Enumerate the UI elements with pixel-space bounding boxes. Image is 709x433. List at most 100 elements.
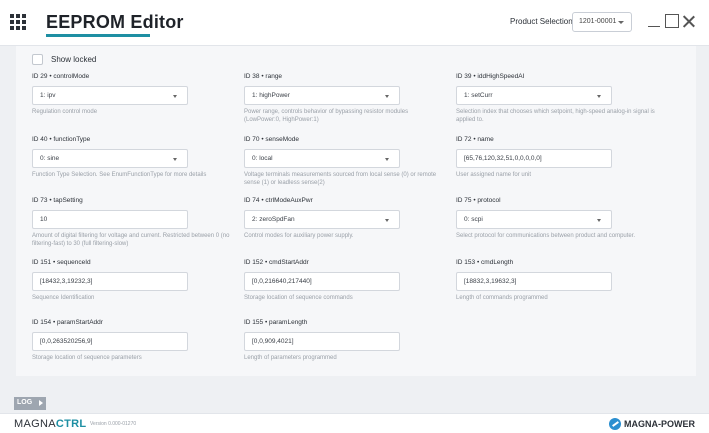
field-label: ID 152 • cmdStartAddr — [244, 259, 309, 266]
title-underline — [46, 34, 150, 37]
field-input[interactable]: [0,0,909,4021] — [244, 332, 400, 351]
field-dropdown[interactable]: 1: setCurr — [456, 86, 612, 105]
field-input[interactable]: [0,0,216640,217440] — [244, 272, 400, 291]
field-description: Control modes for auxiliary power supply… — [244, 233, 354, 239]
field-value: 0: local — [252, 155, 273, 162]
field-group: ID 155 • paramLength [0,0,909,4021] Length… — [244, 319, 444, 362]
field-label: ID 29 • controlMode — [32, 73, 90, 80]
show-locked-checkbox[interactable] — [32, 54, 43, 65]
field-description: Length of commands programmed — [456, 295, 548, 301]
field-label: ID 40 • functionType — [32, 136, 91, 143]
field-dropdown[interactable]: 2: zeroSpdFan — [244, 210, 400, 229]
field-input[interactable]: [65,76,120,32,51,0,0,0,0,0] — [456, 149, 612, 168]
field-input[interactable]: [0,0,263520256,9] — [32, 332, 188, 351]
field-value: [0,0,263520256,9] — [40, 338, 93, 345]
version-text: Version 0.000-01270 — [90, 421, 137, 427]
field-group: ID 72 • name [65,76,120,32,51,0,0,0,0,0] U… — [456, 136, 656, 179]
magnactrl-logo: MAGNACTRL — [14, 418, 86, 430]
field-dropdown[interactable]: 0: scpi — [456, 210, 612, 229]
chevron-down-icon — [173, 95, 177, 98]
magna-power-logo-icon — [609, 418, 621, 430]
play-arrow-icon — [39, 400, 43, 406]
field-description: Select protocol for communications betwe… — [456, 233, 636, 239]
field-dropdown[interactable]: 1: ipv — [32, 86, 188, 105]
field-label: ID 38 • range — [244, 73, 283, 80]
field-group: ID 153 • cmdLength [18832,3,19632,3] Lengt… — [456, 259, 656, 302]
field-dropdown[interactable]: 0: local — [244, 149, 400, 168]
field-value: 10 — [40, 216, 48, 223]
log-toggle-button[interactable]: LOG — [14, 397, 46, 410]
grid-menu-icon[interactable] — [10, 14, 26, 30]
product-selection-value: 1201-00001 — [579, 18, 617, 25]
chevron-down-icon — [385, 219, 389, 222]
chevron-down-icon — [385, 95, 389, 98]
field-label: ID 151 • sequenceId — [32, 259, 91, 266]
field-group: ID 40 • functionType 0: sine Function Type… — [32, 136, 232, 179]
field-description: Storage location of sequence commands — [244, 295, 353, 301]
field-label: ID 74 • ctrlModeAuxPwr — [244, 197, 313, 204]
field-description: Voltage terminals measurements sourced f… — [244, 172, 437, 186]
field-value: 1: ipv — [40, 92, 56, 99]
field-value: 1: setCurr — [464, 92, 493, 99]
field-label: ID 153 • cmdLength — [456, 259, 514, 266]
field-label: ID 73 • tapSetting — [32, 197, 83, 204]
field-value: [18832,3,19632,3] — [464, 278, 517, 285]
field-value: 0: scpi — [464, 216, 483, 223]
minimize-icon[interactable] — [647, 14, 661, 28]
show-locked-toggle[interactable]: Show locked — [32, 54, 96, 65]
close-icon[interactable] — [682, 14, 696, 28]
field-group: ID 70 • senseMode 0: local Voltage termina… — [244, 136, 444, 187]
field-description: Sequence Identification — [32, 295, 95, 301]
field-value: [0,0,216640,217440] — [252, 278, 312, 285]
field-input[interactable]: [18432,3,19232,3] — [32, 272, 188, 291]
field-value: 0: sine — [40, 155, 60, 162]
company-name: MAGNA-POWER — [624, 419, 695, 429]
field-description: Function Type Selection. See EnumFunctio… — [32, 172, 207, 178]
field-group: ID 74 • ctrlModeAuxPwr 2: zeroSpdFan Contr… — [244, 197, 444, 240]
field-description: Regulation control mode — [32, 109, 98, 115]
field-value: 1: highPower — [252, 92, 290, 99]
field-group: ID 38 • range 1: highPower Power range, co… — [244, 73, 444, 124]
field-label: ID 154 • paramStartAddr — [32, 319, 103, 326]
field-input[interactable]: 10 — [32, 210, 188, 229]
title-bar: EEPROM Editor Product Selection: 1201-00… — [0, 0, 709, 46]
field-value: [0,0,909,4021] — [252, 338, 294, 345]
product-selection-label: Product Selection: — [510, 17, 575, 26]
field-value: 2: zeroSpdFan — [252, 216, 295, 223]
field-description: User assigned name for unit — [456, 172, 532, 178]
field-value: [18432,3,19232,3] — [40, 278, 93, 285]
page-title: EEPROM Editor — [46, 12, 184, 32]
field-label: ID 39 • iddHighSpeedAI — [456, 73, 525, 80]
chevron-down-icon — [597, 219, 601, 222]
field-group: ID 154 • paramStartAddr [0,0,263520256,9]… — [32, 319, 232, 362]
field-description: Amount of digital filtering for voltage … — [32, 233, 230, 247]
field-label: ID 75 • protocol — [456, 197, 501, 204]
field-group: ID 151 • sequenceId [18432,3,19232,3] Sequ… — [32, 259, 232, 302]
field-description: Power range, controls behavior of bypass… — [244, 109, 409, 123]
chevron-down-icon — [385, 158, 389, 161]
field-label: ID 72 • name — [456, 136, 494, 143]
field-description: Length of parameters programmed — [244, 355, 337, 361]
field-label: ID 155 • paramLength — [244, 319, 308, 326]
field-group: ID 29 • controlMode 1: ipv Regulation cont… — [32, 73, 232, 116]
log-label: LOG — [17, 399, 33, 406]
brand-part1: MAGNA — [14, 418, 56, 430]
field-dropdown[interactable]: 1: highPower — [244, 86, 400, 105]
show-locked-label: Show locked — [51, 55, 97, 64]
field-dropdown[interactable]: 0: sine — [32, 149, 188, 168]
company-logo: MAGNA-POWER — [609, 418, 695, 430]
field-input[interactable]: [18832,3,19632,3] — [456, 272, 612, 291]
maximize-icon[interactable] — [665, 14, 679, 28]
field-value: [65,76,120,32,51,0,0,0,0,0] — [464, 155, 542, 162]
field-group: ID 75 • protocol 0: scpi Select protocol f… — [456, 197, 656, 240]
brand-part2: CTRL — [55, 418, 87, 430]
chevron-down-icon — [597, 95, 601, 98]
chevron-down-icon — [618, 21, 624, 24]
field-description: Selection index that chooses which setpo… — [456, 109, 655, 123]
field-group: ID 152 • cmdStartAddr [0,0,216640,217440]… — [244, 259, 444, 302]
field-description: Storage location of sequence parameters — [32, 355, 142, 361]
footer: MAGNACTRL Version 0.000-01270 MAGNA-POWE… — [0, 413, 709, 433]
chevron-down-icon — [173, 158, 177, 161]
product-selection-dropdown[interactable]: 1201-00001 — [572, 12, 632, 32]
field-group: ID 39 • iddHighSpeedAI 1: setCurr Selectio… — [456, 73, 656, 124]
